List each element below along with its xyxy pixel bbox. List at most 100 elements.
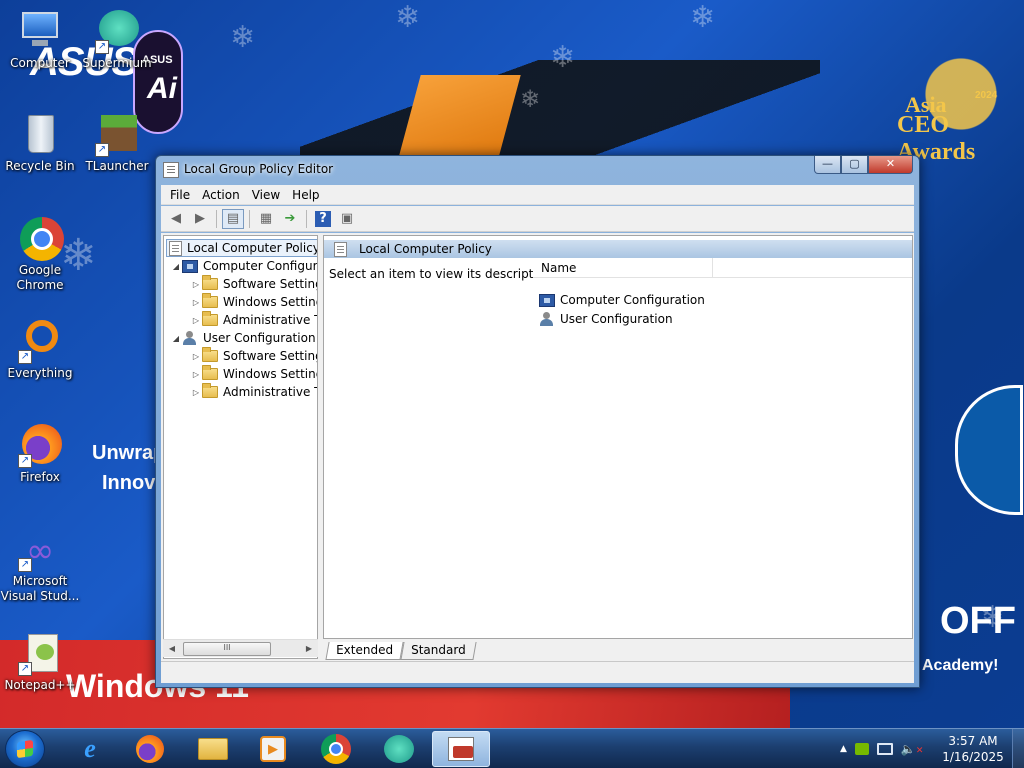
tree-item-windows-settings[interactable]: ▷ Windows Setting bbox=[190, 293, 317, 311]
desktop-icon-supermium[interactable]: ↗ Supermium bbox=[77, 10, 157, 71]
start-button[interactable] bbox=[5, 730, 45, 768]
taskbar-firefox[interactable] bbox=[122, 731, 178, 767]
taskbar-clock[interactable]: 3:57 AM 1/16/2025 bbox=[942, 733, 1004, 765]
expand-arrow-icon[interactable]: ▷ bbox=[190, 298, 202, 307]
media-player-icon: ▶ bbox=[260, 736, 286, 762]
expand-arrow-icon[interactable]: ▷ bbox=[190, 370, 202, 379]
taskbar-supermium[interactable] bbox=[371, 731, 427, 767]
properties-icon[interactable]: ▦ bbox=[255, 209, 277, 229]
scrollbar-thumb[interactable]: III bbox=[183, 642, 271, 656]
wallpaper-academy-text: Academy! bbox=[922, 657, 999, 674]
filter-view-icon[interactable]: ▣ bbox=[336, 209, 358, 229]
items-list[interactable]: Name Computer Configuration User Configu… bbox=[533, 258, 912, 638]
taskbar: e ▶ ▲ 🔈✕ 3:57 AM 1/16/2025 bbox=[0, 728, 1024, 768]
back-arrow-icon[interactable]: ◀ bbox=[165, 209, 187, 229]
tab-extended[interactable]: Extended bbox=[325, 642, 404, 660]
toolbar-separator bbox=[249, 209, 250, 228]
wallpaper-award-year: 2024 bbox=[975, 90, 998, 101]
menu-bar: File Action View Help bbox=[161, 185, 914, 205]
scroll-right-icon[interactable]: ▶ bbox=[302, 642, 316, 656]
list-item[interactable]: User Configuration bbox=[539, 310, 673, 328]
show-hide-tree-icon[interactable]: ▤ bbox=[222, 208, 244, 229]
maximize-button[interactable]: ▢ bbox=[841, 156, 868, 174]
tree-item-local-computer-policy[interactable]: Local Computer Policy bbox=[166, 239, 317, 257]
desktop-icon-recycle-bin[interactable]: Recycle Bin bbox=[0, 113, 80, 174]
group-policy-icon bbox=[448, 737, 474, 761]
tree-item-software-settings[interactable]: ▷ Software Settings bbox=[190, 275, 317, 293]
tree-item-computer-configuration[interactable]: ◢ Computer Configura bbox=[170, 257, 317, 275]
taskbar-group-policy-editor[interactable] bbox=[432, 731, 490, 767]
snowflake-decor: ❄ bbox=[550, 40, 576, 75]
chrome-icon bbox=[18, 217, 64, 261]
everything-icon: ↗ bbox=[18, 320, 62, 364]
computer-config-icon bbox=[182, 259, 198, 273]
folder-icon bbox=[202, 347, 218, 362]
help-icon[interactable]: ? bbox=[315, 210, 331, 227]
close-button[interactable]: ✕ bbox=[868, 156, 913, 174]
folder-icon bbox=[198, 738, 228, 760]
user-config-icon bbox=[182, 331, 198, 345]
minimize-button[interactable]: — bbox=[814, 156, 841, 174]
clock-date: 1/16/2025 bbox=[942, 750, 1004, 764]
folder-icon bbox=[202, 311, 218, 326]
scroll-left-icon[interactable]: ◀ bbox=[165, 642, 179, 656]
recycle-bin-icon bbox=[18, 113, 62, 157]
tree-item-windows-settings[interactable]: ▷ Windows Setting bbox=[190, 365, 317, 383]
taskbar-media-player[interactable]: ▶ bbox=[245, 731, 301, 767]
policy-document-icon bbox=[163, 162, 179, 178]
status-bar bbox=[161, 661, 914, 683]
user-config-icon bbox=[539, 312, 555, 326]
column-header-name[interactable]: Name bbox=[533, 258, 713, 277]
expand-arrow-icon[interactable]: ▷ bbox=[190, 352, 202, 361]
expand-arrow-icon[interactable]: ▷ bbox=[190, 316, 202, 325]
nvidia-icon[interactable] bbox=[854, 743, 869, 755]
desktop-icon-visual-studio[interactable]: ∞ ↗ Microsoft Visual Stud... bbox=[0, 528, 80, 604]
title-bar[interactable]: Local Group Policy Editor — ▢ ✕ bbox=[156, 156, 919, 184]
expand-arrow-icon[interactable]: ▷ bbox=[190, 388, 202, 397]
collapse-arrow-icon[interactable]: ◢ bbox=[170, 334, 182, 343]
show-desktop-button[interactable] bbox=[1012, 729, 1024, 768]
export-list-icon[interactable]: ➔ bbox=[279, 209, 301, 229]
folder-icon bbox=[202, 383, 218, 398]
collapse-arrow-icon[interactable]: ◢ bbox=[170, 262, 182, 271]
policy-document-icon bbox=[334, 241, 347, 257]
taskbar-file-explorer[interactable] bbox=[185, 731, 241, 767]
desktop-icon-google-chrome[interactable]: Google Chrome bbox=[0, 217, 80, 293]
group-policy-editor-window[interactable]: Local Group Policy Editor — ▢ ✕ File Act… bbox=[155, 155, 920, 688]
view-tabs: Extended Standard bbox=[323, 640, 913, 660]
tree-item-administrative-templates[interactable]: ▷ Administrative Te bbox=[190, 383, 317, 401]
tree-item-user-configuration[interactable]: ◢ User Configuration bbox=[170, 329, 316, 347]
taskbar-internet-explorer[interactable]: e bbox=[62, 731, 118, 767]
main-content: Local Computer Policy ◢ Computer Configu… bbox=[161, 233, 914, 661]
expand-arrow-icon[interactable]: ▷ bbox=[190, 280, 202, 289]
snowflake-decor: ❄ bbox=[520, 85, 541, 113]
desktop-icon-everything[interactable]: ↗ Everything bbox=[0, 320, 80, 381]
visual-studio-icon: ∞ ↗ bbox=[18, 528, 62, 572]
policy-document-icon bbox=[169, 240, 182, 256]
tree-horizontal-scrollbar[interactable]: ◀ III ▶ bbox=[163, 639, 318, 657]
list-item[interactable]: Computer Configuration bbox=[539, 291, 705, 309]
desktop-icon-tlauncher[interactable]: ↗ TLauncher bbox=[77, 113, 157, 174]
description-text: Select an item to view its description. bbox=[329, 267, 556, 281]
taskbar-google-chrome[interactable] bbox=[308, 731, 364, 767]
menu-action[interactable]: Action bbox=[196, 188, 246, 202]
tree-item-software-settings[interactable]: ▷ Software Settings bbox=[190, 347, 317, 365]
menu-file[interactable]: File bbox=[164, 188, 196, 202]
window-title: Local Group Policy Editor bbox=[184, 162, 334, 176]
menu-view[interactable]: View bbox=[246, 188, 286, 202]
volume-muted-icon[interactable]: 🔈✕ bbox=[901, 742, 924, 756]
supermium-icon: ↗ bbox=[95, 10, 139, 54]
window-controls: — ▢ ✕ bbox=[814, 156, 913, 174]
tree-item-administrative-templates[interactable]: ▷ Administrative Te bbox=[190, 311, 317, 329]
network-icon[interactable] bbox=[876, 743, 893, 755]
details-pane: Local Computer Policy Select an item to … bbox=[323, 235, 913, 639]
tab-standard[interactable]: Standard bbox=[400, 642, 477, 660]
show-hidden-icons-icon[interactable]: ▲ bbox=[840, 744, 847, 754]
forward-arrow-icon[interactable]: ▶ bbox=[189, 209, 211, 229]
desktop-icon-firefox[interactable]: ↗ Firefox bbox=[0, 424, 80, 485]
desktop-icon-computer[interactable]: Computer bbox=[0, 10, 80, 71]
desktop-icon-notepad-plus-plus[interactable]: ↗ Notepad++ bbox=[0, 632, 80, 693]
menu-help[interactable]: Help bbox=[286, 188, 325, 202]
computer-icon bbox=[18, 10, 62, 54]
console-tree[interactable]: Local Computer Policy ◢ Computer Configu… bbox=[163, 235, 318, 659]
